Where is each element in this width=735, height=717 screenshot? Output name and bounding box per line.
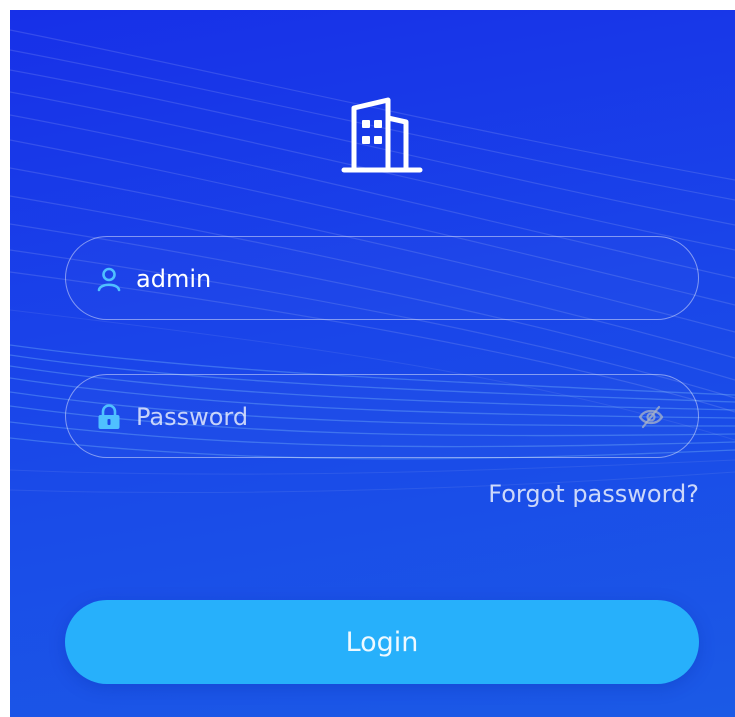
- login-button[interactable]: Login: [65, 600, 699, 684]
- forgot-password-link[interactable]: Forgot password?: [488, 480, 699, 508]
- login-panel: Forgot password? Login: [10, 10, 735, 717]
- building-icon: [341, 97, 423, 173]
- password-field: [65, 374, 699, 458]
- password-input[interactable]: [136, 395, 616, 439]
- username-field: [65, 236, 699, 320]
- user-icon: [97, 267, 121, 292]
- eye-off-icon[interactable]: [638, 405, 664, 429]
- lock-icon: [98, 404, 120, 429]
- username-input[interactable]: [136, 257, 616, 301]
